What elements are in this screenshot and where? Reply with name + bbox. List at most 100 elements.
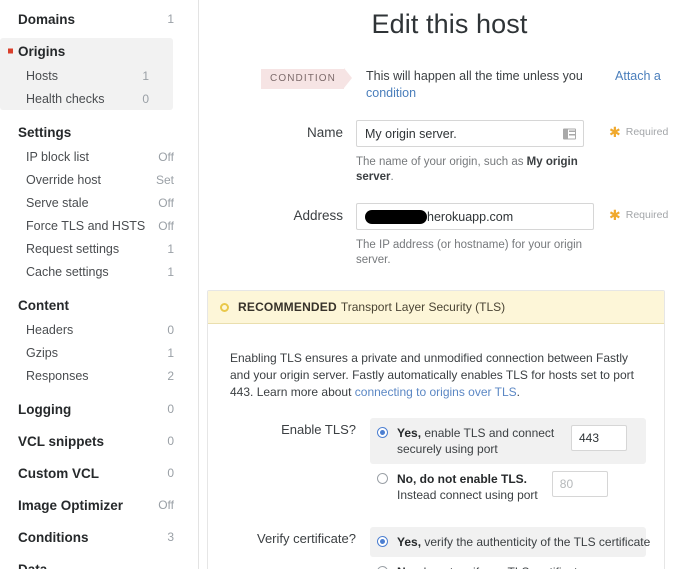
sidebar-item-request-settings[interactable]: Request settings1 [0,237,198,260]
verify-cert-no-option[interactable]: No, do not verify my TLS certificate [370,557,646,569]
sidebar-item-count: 3 [158,530,174,544]
tls-port-input[interactable]: 443 [571,425,627,451]
name-input-value: My origin server. [365,127,457,141]
sidebar-item-settings[interactable]: Settings [0,119,198,145]
sidebar-spacer [0,387,198,396]
sidebar-item-override-host[interactable]: Override hostSet [0,168,198,191]
enable-tls-no-rest: Instead connect using port [397,488,538,502]
sidebar-item-ip-block-list[interactable]: IP block list Off [0,145,198,168]
tls-description: Enabling TLS ensures a private and unmod… [230,350,646,401]
verify-certificate-label: Verify certificate? [230,527,356,569]
enable-tls-yes-bold: Yes, [397,426,421,440]
sidebar-item-domains[interactable]: Domains1 [0,6,198,32]
non-tls-port-input[interactable]: 80 [552,471,608,497]
tls-recommended-badge: RECOMMENDED [238,300,337,314]
condition-inline-link[interactable]: condition [366,86,416,100]
verify-cert-yes-text: Yes, verify the authenticity of the TLS … [397,534,650,550]
verify-certificate-row: Verify certificate? Yes, verify the auth… [230,527,646,569]
sidebar-item-conditions[interactable]: Conditions 3 [0,524,198,550]
name-field-column: My origin server. The name of your origi… [356,120,596,185]
sidebar-item-force-tls-and-hsts[interactable]: Force TLS and HSTSOff [0,214,198,237]
sidebar-group-conditions: Conditions 3 [0,524,198,550]
sidebar-item-label: Health checks [18,92,125,106]
sidebar-navigation: Domains1 Origins Hosts 1 Health checks 0 Setti… [0,0,199,569]
condition-description: This will happen all the time unless you… [366,68,601,102]
condition-badge-wrap: CONDITION [261,68,344,89]
sidebar-item-count: 0 [158,323,174,337]
address-field-hint: The IP address (or hostname) for your or… [356,238,596,268]
main-content: Edit this host CONDITION This will happe… [199,0,700,569]
sidebar-item-origins[interactable]: Origins [0,38,173,64]
tls-panel-title: Transport Layer Security (TLS) [341,300,505,314]
address-field-column: herokuapp.com The IP address (or hostnam… [356,203,596,268]
sidebar-item-count: 0 [158,434,174,448]
sidebar-item-custom-vcl[interactable]: Custom VCL0 [0,460,198,486]
address-required-indicator: ✱ Required [609,203,668,221]
attach-a-condition-link[interactable]: Attach a [615,68,661,85]
enable-tls-yes-option[interactable]: Yes, enable TLS and connect securely usi… [370,418,646,464]
sidebar-item-label: Image Optimizer [18,498,150,513]
sidebar-item-logging[interactable]: Logging0 [0,396,198,422]
sidebar-item-label: Content [18,298,150,313]
sidebar-group-content: Content Headers0Gzips1Responses2 [0,292,198,387]
enable-tls-yes-rest: enable TLS and connect securely using po… [397,426,554,456]
tls-panel: RECOMMENDED Transport Layer Security (TL… [207,290,665,569]
enable-tls-row: Enable TLS? Yes, enable TLS and connect … [230,418,646,510]
sidebar-item-count: 1 [158,242,174,256]
condition-description-text: This will happen all the time unless you [366,69,583,83]
sidebar-item-serve-stale[interactable]: Serve stale Off [0,191,198,214]
sidebar-item-label: Conditions [18,530,150,545]
name-hint-suffix: . [391,171,394,183]
sidebar-item-count: 1 [158,265,174,279]
enable-tls-no-option[interactable]: No, do not enable TLS.Instead connect us… [370,464,646,510]
radio-verify-cert-yes[interactable] [377,536,388,547]
radio-enable-tls-no[interactable] [377,473,388,484]
sidebar-item-label: Gzips [18,346,150,360]
address-field-row: Address herokuapp.com The IP address (or… [199,203,700,268]
verify-cert-yes-option[interactable]: Yes, verify the authenticity of the TLS … [370,527,646,557]
sidebar-item-vcl-snippets[interactable]: VCL snippets0 [0,428,198,454]
contact-card-icon[interactable] [563,128,576,139]
sidebar-item-label: Cache settings [18,265,150,279]
tls-docs-link[interactable]: connecting to origins over TLS [355,385,517,399]
verify-cert-no-rest: do not verify my TLS certificate [416,565,584,569]
verify-cert-no-text: No, do not verify my TLS certificate [397,564,584,569]
sidebar-item-label: IP block list [18,150,150,164]
radio-enable-tls-yes[interactable] [377,427,388,438]
sidebar-item-label: Serve stale [18,196,150,210]
active-indicator-icon [8,49,13,54]
sidebar-group-origins: Origins Hosts 1 Health checks 0 [0,38,173,110]
app-root: Domains1 Origins Hosts 1 Health checks 0 Setti… [0,0,700,569]
redaction-bar [365,210,427,224]
name-input[interactable]: My origin server. [356,120,584,147]
verify-cert-yes-rest: verify the authenticity of the TLS certi… [421,535,650,549]
sidebar-group-logging: Logging0 [0,396,198,422]
tls-panel-body: Enabling TLS ensures a private and unmod… [208,324,664,569]
sidebar-item-count: Off [158,150,174,164]
sidebar-item-count: Off [158,196,174,210]
enable-tls-label: Enable TLS? [230,418,356,510]
sidebar-item-label: Hosts [18,69,125,83]
sidebar-item-health-checks[interactable]: Health checks 0 [0,87,173,110]
sidebar-item-image-optimizer[interactable]: Image OptimizerOff [0,492,198,518]
sidebar-item-count: 1 [133,69,149,83]
name-field-label: Name [211,120,343,140]
sidebar-group-data: DataAccess control lists0Dictionaries0 [0,556,198,569]
sidebar-item-headers[interactable]: Headers0 [0,318,198,341]
sidebar-item-data[interactable]: Data [0,556,198,569]
sidebar-item-count: 0 [133,92,149,106]
sidebar-item-label: Settings [18,125,150,140]
sidebar-item-gzips[interactable]: Gzips1 [0,341,198,364]
sidebar-item-content[interactable]: Content [0,292,198,318]
name-required-label: Required [626,126,669,138]
sidebar-item-count: Off [158,219,174,233]
address-input-value: herokuapp.com [427,210,513,224]
sidebar-item-label: Override host [18,173,148,187]
tls-description-end: . [517,385,520,399]
sidebar-item-label: Data [18,562,150,569]
sidebar-group-image-optimizer: Image OptimizerOff [0,492,198,518]
sidebar-item-responses[interactable]: Responses2 [0,364,198,387]
sidebar-item-cache-settings[interactable]: Cache settings 1 [0,260,198,283]
sidebar-item-hosts[interactable]: Hosts 1 [0,64,173,87]
address-input[interactable]: herokuapp.com [356,203,594,230]
